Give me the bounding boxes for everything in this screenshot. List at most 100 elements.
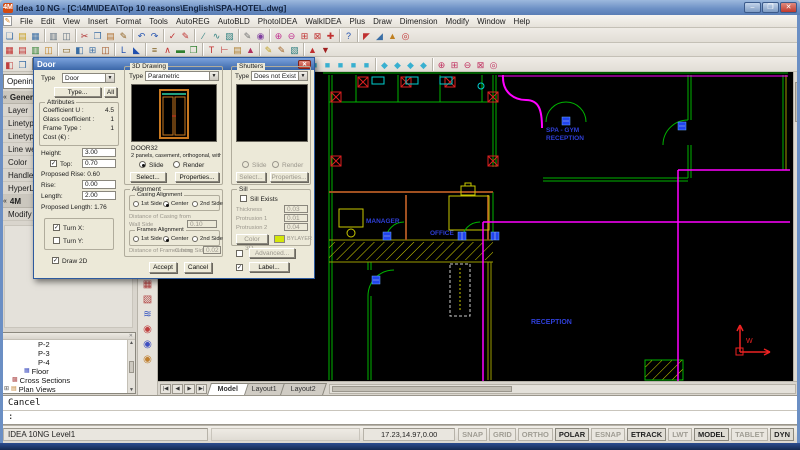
zoom-in-icon[interactable]: ⊕: [272, 29, 285, 42]
door-dialog[interactable]: Door ✕ Type Door▼ Type... All Attributes…: [33, 57, 315, 279]
mitem-photoidea[interactable]: PhotoIDEA: [254, 16, 302, 27]
zoom-realtime-icon[interactable]: ⊕: [435, 58, 448, 71]
tab-first-icon[interactable]: |◀: [160, 384, 171, 394]
toolbar-autobld[interactable]: ▦▤▥◫▭◧⊞◫L◣≡∧▬❐T⊢▤▲✎✎▧▲▼: [0, 43, 800, 57]
view-iso-nw-icon[interactable]: ■: [334, 58, 347, 71]
view-plan-1-icon[interactable]: ◆: [378, 58, 391, 71]
raise-icon[interactable]: ▲: [244, 43, 257, 56]
door-type-combo[interactable]: Door▼: [62, 73, 115, 83]
corner-icon[interactable]: L: [117, 43, 130, 56]
sill-exists-checkbox[interactable]: [240, 195, 247, 202]
grid-icon[interactable]: ▦: [3, 43, 16, 56]
command-window[interactable]: Cancel :: [0, 395, 800, 425]
tree-item-floor[interactable]: ▦Floor: [2, 367, 135, 376]
open-icon[interactable]: ▤: [16, 29, 29, 42]
paste-icon[interactable]: ▤: [104, 29, 117, 42]
text-red-icon[interactable]: T: [205, 43, 218, 56]
tab-last-icon[interactable]: ▶|: [196, 384, 207, 394]
angle-icon[interactable]: ◣: [130, 43, 143, 56]
tab-prev-icon[interactable]: ◀: [172, 384, 183, 394]
tab-next-icon[interactable]: ▶: [184, 384, 195, 394]
length-input[interactable]: 2.00: [82, 191, 116, 200]
new-icon[interactable]: ❏: [3, 29, 16, 42]
scroll-thumb[interactable]: [332, 386, 512, 392]
view-front-icon[interactable]: ■: [360, 58, 373, 71]
dimension-icon[interactable]: ⊢: [218, 43, 231, 56]
cancel-button[interactable]: Cancel: [184, 262, 212, 273]
scroll-down-icon[interactable]: ▼: [128, 387, 135, 393]
all-button[interactable]: All: [104, 87, 117, 97]
top-input[interactable]: 0.70: [82, 159, 116, 168]
copy-object-icon[interactable]: ❐: [187, 43, 200, 56]
mitem-tools[interactable]: Tools: [145, 16, 172, 27]
scroll-thumb[interactable]: [129, 361, 134, 373]
canvas-hscrollbar[interactable]: [329, 384, 796, 394]
tree-item-cross-sections[interactable]: ▩Cross Sections: [2, 376, 135, 385]
print-icon[interactable]: ▥: [47, 29, 60, 42]
mitem-help[interactable]: Help: [510, 16, 534, 27]
tab-model[interactable]: Model: [207, 383, 249, 395]
view-plan-4-icon[interactable]: ◆: [417, 58, 430, 71]
view-plan-3-icon[interactable]: ◆: [404, 58, 417, 71]
copy-icon[interactable]: ❐: [91, 29, 104, 42]
view-orange-icon[interactable]: ◉: [140, 352, 155, 366]
zoom-window2-icon[interactable]: ⊞: [448, 58, 461, 71]
camera-icon[interactable]: ◉: [254, 29, 267, 42]
tree-scrollbar[interactable]: ▲▼: [127, 340, 135, 393]
turn-x-checkbox[interactable]: ✓: [53, 224, 60, 231]
label-checkbox[interactable]: ✓: [236, 264, 243, 271]
casing-center-radio[interactable]: [163, 201, 169, 207]
slab-icon[interactable]: ▬: [174, 43, 187, 56]
mitem-plus[interactable]: Plus: [346, 16, 370, 27]
render-icon[interactable]: ◧: [3, 58, 16, 71]
frames-1st-radio[interactable]: [133, 236, 139, 242]
save-icon[interactable]: ▦: [29, 29, 42, 42]
select-button[interactable]: Select...: [130, 172, 166, 182]
mitem-file[interactable]: File: [16, 16, 37, 27]
zoom-extents-icon[interactable]: ⊠: [311, 29, 324, 42]
tree-item-p4[interactable]: P-4: [2, 358, 135, 367]
columns-icon[interactable]: ◫: [42, 43, 55, 56]
line-icon[interactable]: ∕: [197, 29, 210, 42]
layer-states-icon[interactable]: ≋: [140, 307, 155, 321]
chevron-down-icon[interactable]: ▼: [209, 72, 218, 80]
chevron-down-icon[interactable]: ▼: [105, 74, 114, 82]
mitem-view[interactable]: View: [59, 16, 84, 27]
mitem-walkidea[interactable]: WalkIDEA: [301, 16, 345, 27]
command-prompt[interactable]: :: [3, 411, 797, 424]
mitem-autobld[interactable]: AutoBLD: [214, 16, 254, 27]
mitem-draw[interactable]: Draw: [369, 16, 396, 27]
mitem-format[interactable]: Format: [112, 16, 145, 27]
print-preview-icon[interactable]: ◫: [60, 29, 73, 42]
door-icon[interactable]: ◫: [99, 43, 112, 56]
frames-2nd-radio[interactable]: [192, 236, 198, 242]
casing-2nd-radio[interactable]: [192, 201, 198, 207]
view-red-icon[interactable]: ◉: [140, 322, 155, 336]
height-input[interactable]: 3.00: [82, 148, 116, 157]
corner-blue-icon[interactable]: ◢: [373, 29, 386, 42]
corner-red-icon[interactable]: ◤: [360, 29, 373, 42]
wall-icon[interactable]: ▭: [60, 43, 73, 56]
maximize-button[interactable]: ❐: [762, 2, 779, 13]
mitem-insert[interactable]: Insert: [84, 16, 112, 27]
collapse-icon[interactable]: «: [3, 198, 7, 205]
zoom-window-icon[interactable]: ⊞: [298, 29, 311, 42]
chevron-down-icon[interactable]: ▼: [298, 72, 307, 80]
tab-layout2[interactable]: Layout2: [280, 383, 327, 395]
polyline-icon[interactable]: ∿: [210, 29, 223, 42]
edit-icon[interactable]: ✎: [179, 29, 192, 42]
mitem-modify[interactable]: Modify: [442, 16, 474, 27]
material-icon[interactable]: ❒: [16, 58, 29, 71]
zoom-dynamic-icon[interactable]: ◎: [487, 58, 500, 71]
scroll-up-icon[interactable]: ▲: [128, 340, 135, 346]
tree-item-p3[interactable]: P-3: [2, 349, 135, 358]
triangle-up-icon[interactable]: ▲: [306, 43, 319, 56]
view-blue-icon[interactable]: ◉: [140, 337, 155, 351]
tree-header[interactable]: ✕: [2, 333, 135, 340]
collapse-icon[interactable]: «: [3, 94, 7, 101]
zoom-previous-icon[interactable]: ⊖: [461, 58, 474, 71]
zoom-out-icon[interactable]: ⊖: [285, 29, 298, 42]
mitem-edit[interactable]: Edit: [37, 16, 59, 27]
rise-input[interactable]: 0.00: [82, 180, 116, 189]
brush-brown-icon[interactable]: ✎: [275, 43, 288, 56]
